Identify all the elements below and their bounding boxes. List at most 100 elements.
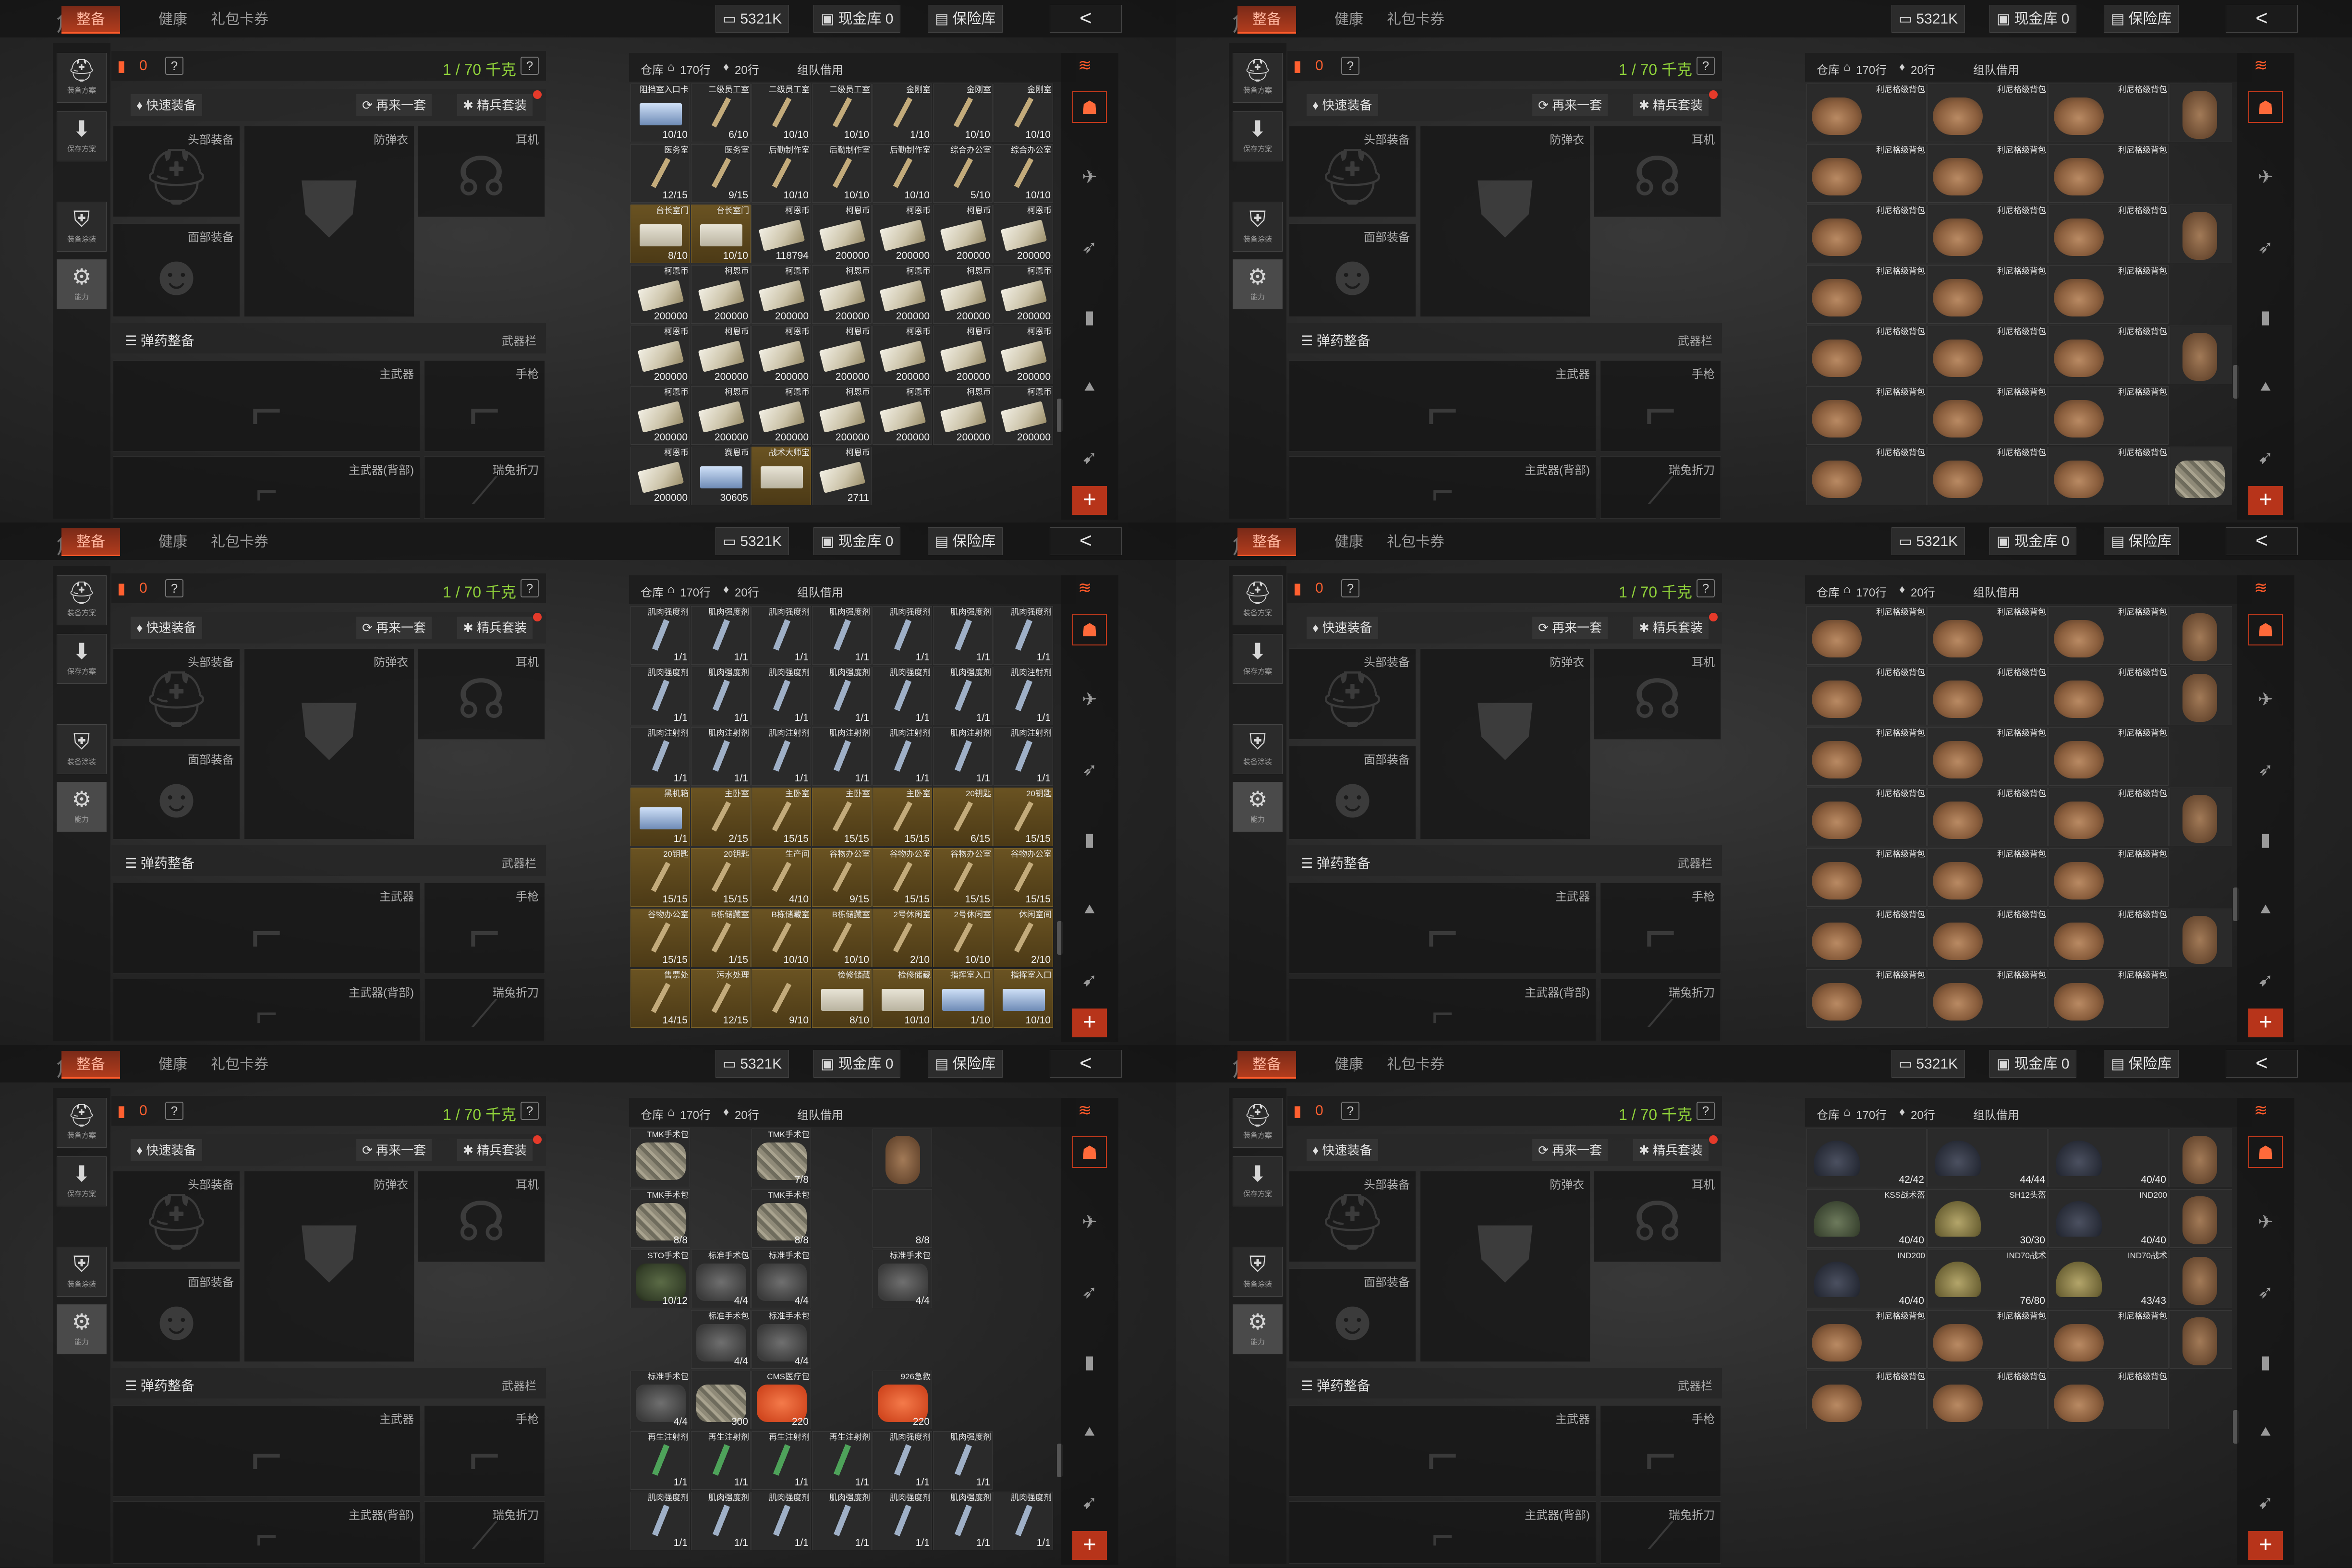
stack-icon[interactable]: ≋	[2254, 1101, 2268, 1120]
elite-set-button[interactable]: ✱ 精兵套装	[457, 1139, 533, 1161]
tab-loadout[interactable]: 整备	[61, 1051, 120, 1079]
category-filter-icon[interactable]: ☗	[2248, 614, 2283, 645]
inventory-item[interactable]: 老旧口袋背	[2170, 84, 2232, 142]
elite-set-button[interactable]: ✱ 精兵套装	[457, 94, 533, 116]
inventory-item[interactable]: 利尼格级背包	[1806, 909, 1927, 967]
inventory-item[interactable]: 肌肉强度剂 1/1	[933, 1492, 993, 1550]
headset-slot[interactable]: 耳机 ☊	[1594, 1171, 1721, 1262]
inventory-item[interactable]: 老式行军	[2170, 1250, 2232, 1308]
inventory-item[interactable]: 利尼格级背包	[2049, 1371, 2169, 1429]
tab-giftcard[interactable]: 礼包卡券	[202, 1051, 278, 1079]
inventory-item[interactable]: 肌肉强度剂 1/1	[812, 667, 872, 725]
safe-box-button[interactable]: ▤ 保险库	[928, 1050, 1003, 1078]
stack-icon[interactable]: ≋	[1078, 578, 1092, 597]
primary-back-slot[interactable]: 主武器(背部) ⌐	[113, 1501, 420, 1564]
inventory-item[interactable]: 柯恩币 2711	[812, 447, 872, 505]
inventory-item[interactable]: B栋储藏室 10/10	[752, 909, 811, 967]
inventory-item[interactable]: 柯恩币 200000	[691, 386, 751, 445]
inventory-item[interactable]: 肌肉注射剂 1/1	[933, 727, 993, 786]
inventory-item[interactable]: 20钥匙 15/15	[630, 848, 690, 907]
equip-again-button[interactable]: ⟳ 再来一套	[1532, 617, 1608, 639]
helmet-slot[interactable]: 头部装备 ⛑	[1289, 648, 1416, 740]
inventory-item[interactable]: 肌肉注射剂 1/1	[691, 727, 751, 786]
cash-vault-button[interactable]: ▣ 现金库 0	[1989, 5, 2077, 33]
inventory-item[interactable]: 肌肉注射剂 1/1	[752, 727, 811, 786]
inventory-item[interactable]: 8/8	[873, 1189, 932, 1248]
inventory-item[interactable]: 医务室 12/15	[630, 144, 690, 203]
inventory-item[interactable]: 老旧口袋背	[2170, 667, 2232, 725]
category-filter-icon[interactable]: ➶	[2248, 231, 2283, 263]
category-filter-icon[interactable]: ▮	[2248, 1347, 2283, 1378]
add-storage-button[interactable]: +	[1072, 486, 1107, 515]
inventory-item[interactable]: 利尼格级背包	[1806, 144, 1927, 203]
inventory-item[interactable]: 二级员工室 6/10	[691, 84, 751, 142]
inventory-item[interactable]: 利尼格级背包	[1806, 447, 1927, 505]
inventory-item[interactable]: 肌肉强度剂 1/1	[933, 606, 993, 665]
category-filter-icon[interactable]: ✈	[1072, 161, 1107, 193]
armor-slot[interactable]: 防弹衣 ⛊	[1420, 648, 1590, 839]
inventory-item[interactable]: 利尼格级背包	[1928, 386, 2048, 445]
inventory-item[interactable]: 柯恩币 200000	[812, 386, 872, 445]
inventory-item[interactable]: 谷物办公室 15/15	[994, 848, 1053, 907]
inventory-item[interactable]: 金刚室 10/10	[994, 84, 1053, 142]
inventory-item[interactable]: 利尼格级背包	[1806, 326, 1927, 384]
elite-set-button[interactable]: ✱ 精兵套装	[457, 617, 533, 639]
headset-slot[interactable]: 耳机 ☊	[418, 648, 545, 740]
primary-back-slot[interactable]: 主武器(背部) ⌐	[1289, 979, 1596, 1041]
category-filter-icon[interactable]: ✈	[1072, 684, 1107, 716]
inventory-item[interactable]: 肌肉强度剂 1/1	[994, 1492, 1053, 1550]
inventory-item[interactable]: 利尼格级背包	[2049, 326, 2169, 384]
inventory-item[interactable]: 2号休闲室 2/10	[873, 909, 932, 967]
pistol-slot[interactable]: 手枪 ⌐	[424, 1405, 545, 1496]
currency-display[interactable]: ▭ 5321K	[1891, 527, 1965, 555]
inventory-item[interactable]	[873, 1129, 932, 1187]
help-button[interactable]: ?	[165, 57, 183, 75]
stack-icon[interactable]: ≋	[2254, 56, 2268, 75]
inventory-item[interactable]: 利尼格级背包	[2049, 727, 2169, 786]
inventory-item[interactable]: 肌肉强度剂 1/1	[873, 1431, 932, 1490]
sidebar-button-2[interactable]: ⛨ 装备涂装	[57, 724, 107, 774]
knife-slot[interactable]: 瑞兔折刀 ⟋	[1600, 456, 1721, 519]
inventory-item[interactable]: 柯恩币 200000	[812, 205, 872, 263]
sidebar-button-3[interactable]: ⚙ 能力	[57, 782, 107, 832]
inventory-item[interactable]: 再生注射剂 1/1	[630, 1431, 690, 1490]
add-storage-button[interactable]: +	[1072, 1009, 1107, 1037]
inventory-item[interactable]: 肌肉强度剂 1/1	[994, 606, 1053, 665]
sidebar-button-3[interactable]: ⚙ 能力	[1233, 1304, 1283, 1354]
sidebar-button-1[interactable]: ⬇ 保存方案	[57, 1156, 107, 1206]
primary-back-slot[interactable]: 主武器(背部) ⌐	[113, 456, 420, 519]
inventory-item[interactable]: 利尼格级背包	[2049, 909, 2169, 967]
weight-help-button[interactable]: ?	[1697, 57, 1715, 75]
knife-slot[interactable]: 瑞兔折刀 ⟋	[1600, 1501, 1721, 1564]
inventory-item[interactable]: 肌肉强度剂 1/1	[752, 606, 811, 665]
inventory-item[interactable]: B栋储藏室 10/10	[812, 909, 872, 967]
weight-help-button[interactable]: ?	[521, 1102, 539, 1120]
inventory-item[interactable]: 指挥室入口 10/10	[994, 969, 1053, 1028]
inventory-item[interactable]: 肌肉强度剂 1/1	[630, 606, 690, 665]
tab-health[interactable]: 健康	[144, 6, 202, 34]
sidebar-button-3[interactable]: ⚙ 能力	[1233, 782, 1283, 832]
inventory-item[interactable]: 标准手术包 4/4	[691, 1310, 751, 1369]
inventory-item[interactable]: 老旧口袋背	[2170, 1310, 2232, 1369]
inventory-item[interactable]: 利尼格级背包	[1806, 1371, 1927, 1429]
tab-giftcard[interactable]: 礼包卡券	[202, 528, 278, 556]
category-filter-icon[interactable]: ▮	[1072, 824, 1107, 856]
armor-slot[interactable]: 防弹衣 ⛊	[244, 1171, 414, 1362]
inventory-item[interactable]: 再生注射剂 1/1	[691, 1431, 751, 1490]
inventory-item[interactable]: 金刚室 1/10	[873, 84, 932, 142]
inventory-item[interactable]: 后勤制作室 10/10	[752, 144, 811, 203]
inventory-item[interactable]: 主卧室 15/15	[812, 788, 872, 846]
sidebar-button-2[interactable]: ⛨ 装备涂装	[57, 202, 107, 252]
inventory-item[interactable]: 生产间 4/10	[752, 848, 811, 907]
stack-icon[interactable]: ≋	[1078, 1101, 1092, 1120]
elite-set-button[interactable]: ✱ 精兵套装	[1633, 617, 1709, 639]
add-storage-button[interactable]: +	[2248, 486, 2283, 515]
sidebar-button-0[interactable]: ⛑ 装备方案	[1233, 1098, 1283, 1148]
inventory-item[interactable]: 柯恩币 200000	[873, 326, 932, 384]
category-filter-icon[interactable]: ☗	[2248, 1136, 2283, 1168]
sidebar-button-1[interactable]: ⬇ 保存方案	[1233, 111, 1283, 161]
inventory-item[interactable]: 标准手术包 4/4	[752, 1250, 811, 1308]
weight-help-button[interactable]: ?	[521, 57, 539, 75]
inventory-item[interactable]: 检修储藏 8/10	[812, 969, 872, 1028]
category-filter-icon[interactable]: ▮	[2248, 824, 2283, 856]
